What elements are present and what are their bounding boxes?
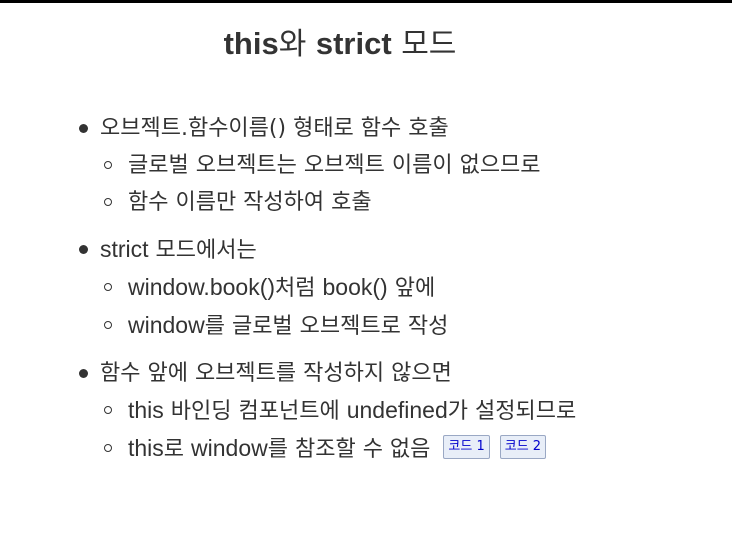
sub-item-code: undefined bbox=[346, 397, 448, 423]
title-suffix: 모드 bbox=[391, 27, 457, 62]
bullet-item-1: 오브젝트.함수이름() 형태로 함수 호출 글로벌 오브젝트는 오브젝트 이름이… bbox=[0, 110, 576, 221]
sub-item-text: 바인딩 컴포넌트에 bbox=[163, 399, 347, 424]
bullet-item-2: strict 모드에서는 window.book()처럼 book() 앞에 w… bbox=[0, 231, 576, 345]
sub-item-code: window bbox=[191, 435, 268, 461]
sub-bullet-ring-icon bbox=[104, 321, 112, 329]
sub-item-text: 글로벌 오브젝트는 오브젝트 이름이 없으므로 bbox=[128, 153, 541, 178]
sub-list: 글로벌 오브젝트는 오브젝트 이름이 없으므로 함수 이름만 작성하여 호출 bbox=[100, 147, 576, 221]
bullet-text: 함수 앞에 오브젝트를 작성하지 않으면 bbox=[100, 361, 452, 386]
sub-item-text: 앞에 bbox=[387, 276, 436, 301]
sub-item-text: 를 글로벌 오브젝트로 작성 bbox=[204, 314, 449, 339]
bullet-dot-icon bbox=[79, 245, 88, 254]
code-2-button[interactable]: 코드 2 bbox=[499, 435, 547, 459]
title-keyword-this: this bbox=[223, 26, 279, 61]
sub-item-code: this bbox=[128, 397, 164, 423]
bullet-text: 모드에서는 bbox=[148, 238, 257, 263]
sub-bullet-ring-icon bbox=[104, 406, 112, 414]
sub-bullet-ring-icon bbox=[104, 161, 112, 169]
bullet-item-3: 함수 앞에 오브젝트를 작성하지 않으면 this 바인딩 컴포넌트에 unde… bbox=[0, 355, 576, 468]
bullet-text: 오브젝트.함수이름() 형태로 함수 호출 bbox=[100, 116, 449, 141]
sub-item-code: window bbox=[128, 312, 205, 338]
sub-list: this 바인딩 컴포넌트에 undefined가 설정되므로 this로 wi… bbox=[100, 392, 576, 468]
sub-item-code: book() bbox=[322, 274, 388, 300]
sub-item: 글로벌 오브젝트는 오브젝트 이름이 없으므로 bbox=[100, 147, 576, 184]
sub-item: window를 글로벌 오브젝트로 작성 bbox=[100, 307, 576, 345]
bullet-dot-icon bbox=[79, 124, 88, 133]
sub-item-code: this bbox=[128, 435, 164, 461]
code-1-button[interactable]: 코드 1 bbox=[443, 435, 490, 459]
sub-item-text: 처럼 bbox=[275, 276, 323, 301]
sub-item-text: 가 설정되므로 bbox=[447, 399, 577, 424]
sub-item: this로 window를 참조할 수 없음 코드 1 코드 2 bbox=[100, 430, 576, 468]
sub-item-text: 함수 이름만 작성하여 호출 bbox=[128, 190, 372, 215]
sub-item-text: 를 참조할 수 없음 bbox=[267, 437, 431, 462]
title-keyword-strict: strict bbox=[315, 26, 392, 61]
bullet-list: 오브젝트.함수이름() 형태로 함수 호출 글로벌 오브젝트는 오브젝트 이름이… bbox=[0, 110, 576, 478]
bullet-dot-icon bbox=[79, 369, 88, 378]
sub-item: this 바인딩 컴포넌트에 undefined가 설정되므로 bbox=[100, 392, 576, 430]
bullet-text-latin: strict bbox=[100, 236, 149, 262]
sub-item: window.book()처럼 book() 앞에 bbox=[100, 269, 576, 307]
top-border bbox=[0, 0, 732, 3]
slide-title: this와 strict 모드 bbox=[0, 24, 680, 65]
title-particle: 와 bbox=[278, 27, 316, 62]
sub-item: 함수 이름만 작성하여 호출 bbox=[100, 184, 576, 221]
sub-bullet-ring-icon bbox=[104, 198, 112, 206]
sub-bullet-ring-icon bbox=[104, 444, 112, 452]
sub-list: window.book()처럼 book() 앞에 window를 글로벌 오브… bbox=[100, 269, 576, 345]
sub-item-code: window.book() bbox=[128, 274, 276, 300]
sub-bullet-ring-icon bbox=[104, 283, 112, 291]
sub-item-text: 로 bbox=[163, 437, 192, 462]
